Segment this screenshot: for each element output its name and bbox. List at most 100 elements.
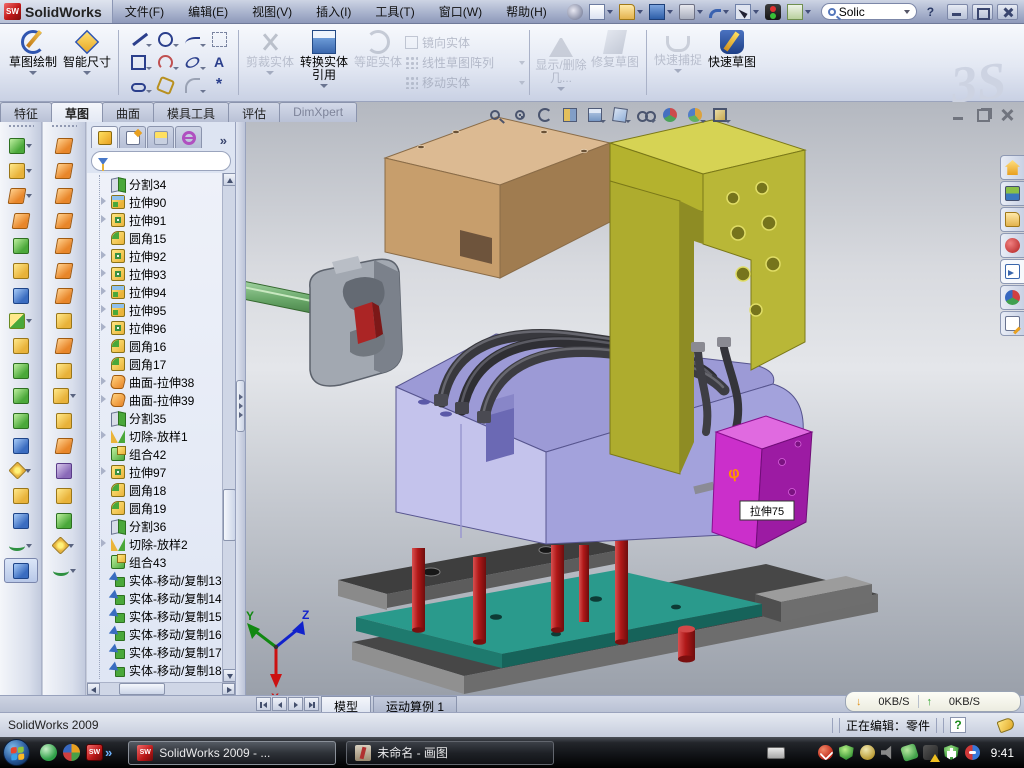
- toolbar-drag-handle[interactable]: [51, 124, 77, 129]
- task-pane-tab-file-explorer[interactable]: [1000, 207, 1024, 232]
- panel-tab-configurations[interactable]: [147, 126, 174, 148]
- tree-item[interactable]: 切除-放样2: [100, 535, 235, 553]
- graphics-viewport[interactable]: φ X Y Z 拉伸75: [246, 102, 1024, 695]
- rapid-sketch-button[interactable]: 快速草图: [705, 26, 759, 99]
- linear-sketch-pattern-button[interactable]: 线性草图阵列: [405, 54, 525, 71]
- tree-vertical-scrollbar[interactable]: [222, 173, 235, 682]
- chevron-down-icon[interactable]: [26, 169, 32, 173]
- task-pane-tab-search-results[interactable]: [1000, 233, 1024, 258]
- draft-button[interactable]: [4, 358, 38, 383]
- circle-tool-button[interactable]: [152, 29, 178, 51]
- chevron-down-icon[interactable]: [83, 71, 91, 75]
- line-tool-button[interactable]: [125, 29, 151, 51]
- chevron-down-icon[interactable]: [667, 10, 673, 14]
- move-copy-body-button[interactable]: [4, 433, 38, 458]
- zoom-to-fit-button[interactable]: [484, 105, 506, 125]
- panel-tab-properties[interactable]: [119, 126, 146, 148]
- panel-splitter[interactable]: [236, 102, 246, 695]
- move-entities-button[interactable]: 移动实体: [405, 74, 525, 91]
- scroll-up-button[interactable]: [223, 173, 235, 186]
- feature-wizard-button[interactable]: [4, 283, 38, 308]
- shell-button[interactable]: [4, 383, 38, 408]
- tree-item[interactable]: 实体-移动/复制14: [100, 589, 235, 607]
- last-tab-button[interactable]: [304, 697, 319, 711]
- menu-item-1[interactable]: 编辑(E): [176, 0, 240, 23]
- centerpoint-arc-tool-button[interactable]: [152, 52, 178, 74]
- combine-bodies-button[interactable]: [4, 408, 38, 433]
- task-pane-tab-view-palette[interactable]: [1000, 259, 1024, 284]
- panel-tab-features[interactable]: [91, 126, 118, 148]
- lofted-surface-button[interactable]: [47, 208, 81, 233]
- menu-item-5[interactable]: 窗口(W): [427, 0, 494, 23]
- menu-item-4[interactable]: 工具(T): [363, 0, 426, 23]
- display-delete-relations-button[interactable]: 显示/删除几...: [534, 26, 588, 99]
- offset-surface-button[interactable]: [47, 308, 81, 333]
- tree-item[interactable]: 拉伸93: [100, 265, 235, 283]
- chevron-down-icon[interactable]: [725, 120, 731, 123]
- tree-item[interactable]: 分割34: [100, 175, 235, 193]
- reference-geometry-button[interactable]: [4, 458, 38, 483]
- panel-tab-dimxpert[interactable]: [175, 126, 202, 148]
- tan-block[interactable]: [385, 117, 610, 278]
- sync-center-tray-icon[interactable]: [965, 745, 980, 760]
- planar-surface-button[interactable]: [47, 283, 81, 308]
- tree-item[interactable]: 拉伸94: [100, 283, 235, 301]
- panel-more-icon[interactable]: »: [214, 133, 233, 148]
- chevron-down-icon[interactable]: [320, 84, 328, 88]
- scrollbar-thumb[interactable]: [119, 683, 165, 695]
- ribbon-tab-草图[interactable]: 草图: [51, 102, 103, 122]
- minimize-button[interactable]: [947, 4, 968, 20]
- previous-view-button[interactable]: [534, 105, 556, 125]
- sync-phone-tray-icon[interactable]: [900, 743, 919, 762]
- scroll-down-button[interactable]: [223, 669, 235, 682]
- fillet-surface-button[interactable]: [47, 508, 81, 533]
- magenta-block[interactable]: φ: [712, 416, 812, 548]
- straight-slot-tool-button[interactable]: [125, 75, 151, 97]
- tree-item[interactable]: 组合43: [100, 553, 235, 571]
- measure-button[interactable]: [4, 558, 38, 583]
- chevron-down-icon[interactable]: [26, 144, 32, 148]
- point-tool-button[interactable]: *: [206, 75, 232, 97]
- help-menu-icon[interactable]: ?: [927, 5, 934, 19]
- rib-button[interactable]: [4, 333, 38, 358]
- tree-item[interactable]: 圆角19: [100, 499, 235, 517]
- plane-button[interactable]: [4, 483, 38, 508]
- select-region-tool-button[interactable]: [206, 29, 232, 51]
- tree-item[interactable]: 圆角16: [100, 337, 235, 355]
- convert-entities-button[interactable]: 转换实体引用: [297, 26, 351, 99]
- ribbon-tab-曲面[interactable]: 曲面: [102, 102, 154, 122]
- delete-face-button[interactable]: [47, 358, 81, 383]
- menu-item-3[interactable]: 插入(I): [304, 0, 363, 23]
- chevron-down-icon[interactable]: [26, 194, 32, 198]
- scroll-right-button[interactable]: [222, 683, 235, 695]
- task-pane-tab-appearances-scenes[interactable]: [1000, 285, 1024, 310]
- chevron-down-icon[interactable]: [723, 10, 729, 14]
- chevron-down-icon[interactable]: [625, 120, 631, 123]
- tree-horizontal-scrollbar[interactable]: [87, 682, 235, 695]
- chevron-down-icon[interactable]: [697, 10, 703, 14]
- menu-item-2[interactable]: 视图(V): [240, 0, 304, 23]
- chevron-down-icon[interactable]: [600, 120, 606, 123]
- task-pane-tab-custom-properties[interactable]: [1000, 311, 1024, 336]
- ribbon-tab-特征[interactable]: 特征: [0, 102, 52, 122]
- security-alert-tray-icon[interactable]: [818, 745, 833, 760]
- doc-close-button[interactable]: [999, 108, 1016, 122]
- ruled-surface-button[interactable]: [47, 458, 81, 483]
- thicken-button[interactable]: [47, 483, 81, 508]
- print-button[interactable]: [677, 2, 705, 22]
- sketch-fillet-tool-button[interactable]: [179, 75, 205, 97]
- chevron-down-icon[interactable]: [26, 544, 32, 548]
- hide-show-items-button[interactable]: [634, 105, 656, 125]
- knit-surface-button[interactable]: [47, 433, 81, 458]
- chevron-down-icon[interactable]: [26, 319, 32, 323]
- quick-launch-more-icon[interactable]: »: [105, 745, 112, 760]
- doc-minimize-button[interactable]: [951, 108, 968, 122]
- filled-surface-button[interactable]: [47, 258, 81, 283]
- display-style-button[interactable]: [609, 105, 631, 125]
- toolbar-drag-handle[interactable]: [8, 124, 34, 129]
- tree-item[interactable]: 实体-移动/复制18: [100, 661, 235, 679]
- messenger-shortcut[interactable]: [40, 744, 57, 761]
- quick-snaps-button[interactable]: 快速捕捉: [651, 26, 705, 99]
- close-button[interactable]: [997, 4, 1018, 20]
- update-tray-icon[interactable]: [860, 745, 875, 760]
